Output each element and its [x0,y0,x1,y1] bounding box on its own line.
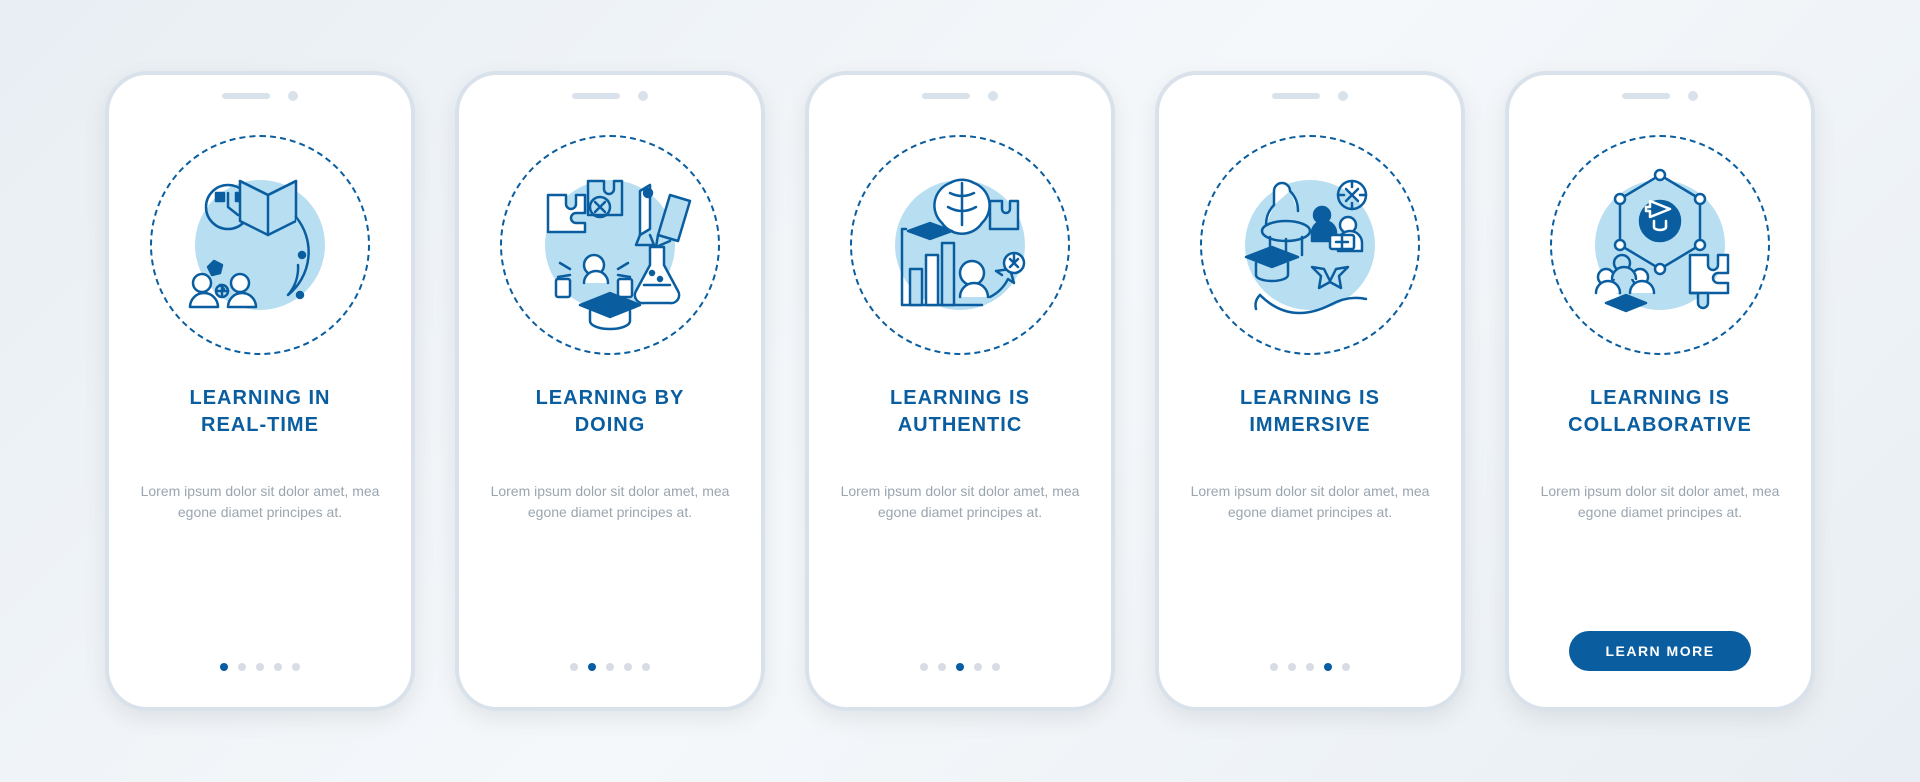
phone-notch [222,91,298,101]
screen-title: LEARNING BY DOING [536,385,685,439]
onboarding-screen-4: LEARNING IS IMMERSIVE Lorem ipsum dolor … [1155,71,1465,711]
onboarding-screen-5: LEARNING IS COLLABORATIVE Lorem ipsum do… [1505,71,1815,711]
onboarding-screen-2: LEARNING BY DOING Lorem ipsum dolor sit … [455,71,765,711]
page-dot[interactable] [974,663,982,671]
camera-dot [638,91,648,101]
screen-title: LEARNING IS IMMERSIVE [1240,385,1380,439]
page-dot[interactable] [220,663,228,671]
screen-title: LEARNING IS COLLABORATIVE [1568,385,1752,439]
realtime-icon [150,135,370,355]
speaker-slit [572,93,620,99]
page-dot[interactable] [570,663,578,671]
page-dot[interactable] [1288,663,1296,671]
doing-icon [500,135,720,355]
page-dot[interactable] [256,663,264,671]
onboarding-screen-3: LEARNING IS AUTHENTIC Lorem ipsum dolor … [805,71,1115,711]
authentic-icon [850,135,1070,355]
page-dot[interactable] [1324,663,1332,671]
illustration-container [850,135,1070,355]
speaker-slit [922,93,970,99]
screen-description: Lorem ipsum dolor sit dolor amet, mea eg… [139,481,381,545]
phone-notch [1272,91,1348,101]
page-dot[interactable] [938,663,946,671]
page-dot[interactable] [292,663,300,671]
onboarding-screen-1: LEARNING IN REAL-TIME Lorem ipsum dolor … [105,71,415,711]
screen-title: LEARNING IS AUTHENTIC [890,385,1030,439]
illustration-container [1550,135,1770,355]
page-dot[interactable] [1306,663,1314,671]
screen-description: Lorem ipsum dolor sit dolor amet, mea eg… [1189,481,1431,545]
page-dot[interactable] [274,663,282,671]
learn-more-button[interactable]: LEARN MORE [1569,631,1750,671]
illustration-container [1200,135,1420,355]
speaker-slit [1272,93,1320,99]
speaker-slit [222,93,270,99]
page-dot[interactable] [920,663,928,671]
page-dot[interactable] [1270,663,1278,671]
page-dot[interactable] [238,663,246,671]
page-dot[interactable] [992,663,1000,671]
pagination-dots [220,663,300,671]
pagination-dots [920,663,1000,671]
phone-notch [922,91,998,101]
pagination-dots [1270,663,1350,671]
page-dot[interactable] [588,663,596,671]
speaker-slit [1622,93,1670,99]
camera-dot [288,91,298,101]
page-dot[interactable] [956,663,964,671]
phone-notch [1622,91,1698,101]
immersive-icon [1200,135,1420,355]
page-dot[interactable] [1342,663,1350,671]
pagination-dots [570,663,650,671]
page-dot[interactable] [624,663,632,671]
illustration-container [500,135,720,355]
illustration-container [150,135,370,355]
screen-description: Lorem ipsum dolor sit dolor amet, mea eg… [839,481,1081,545]
page-dot[interactable] [642,663,650,671]
phone-notch [572,91,648,101]
screen-title: LEARNING IN REAL-TIME [190,385,331,439]
screen-description: Lorem ipsum dolor sit dolor amet, mea eg… [489,481,731,545]
camera-dot [1338,91,1348,101]
collaborative-icon [1550,135,1770,355]
screen-description: Lorem ipsum dolor sit dolor amet, mea eg… [1539,481,1781,545]
camera-dot [988,91,998,101]
page-dot[interactable] [606,663,614,671]
camera-dot [1688,91,1698,101]
